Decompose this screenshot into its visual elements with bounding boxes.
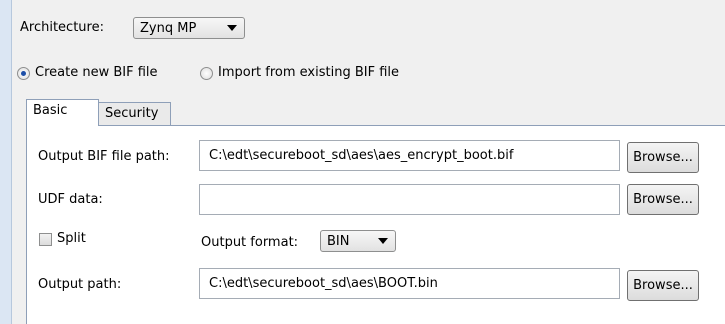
- output-bif-browse-button[interactable]: Browse...: [627, 142, 699, 173]
- output-path-input[interactable]: C:\edt\secureboot_sd\aes\BOOT.bin: [199, 268, 620, 299]
- output-path-browse-button[interactable]: Browse...: [627, 270, 699, 301]
- udf-data-input[interactable]: [199, 184, 620, 215]
- split-label[interactable]: Split: [57, 230, 86, 248]
- output-bif-path-label: Output BIF file path:: [38, 149, 170, 164]
- create-new-bif-radio[interactable]: [17, 67, 30, 80]
- output-format-value: BIN: [327, 233, 350, 249]
- architecture-label: Architecture:: [20, 20, 104, 35]
- tab-security-label: Security: [105, 106, 159, 121]
- tab-security[interactable]: Security: [98, 102, 171, 125]
- tab-basic-label: Basic: [33, 103, 68, 118]
- udf-data-label: UDF data:: [38, 192, 103, 207]
- left-window-edge: [0, 0, 12, 324]
- output-path-label: Output path:: [38, 277, 122, 292]
- output-format-dropdown[interactable]: BIN: [320, 230, 396, 252]
- create-new-bif-label[interactable]: Create new BIF file: [35, 64, 158, 82]
- architecture-dropdown[interactable]: Zynq MP: [133, 17, 245, 39]
- import-existing-bif-label[interactable]: Import from existing BIF file: [218, 64, 399, 82]
- output-bif-path-input[interactable]: C:\edt\secureboot_sd\aes\aes_encrypt_boo…: [199, 140, 620, 171]
- import-existing-bif-radio[interactable]: [200, 67, 213, 80]
- architecture-value: Zynq MP: [140, 20, 197, 36]
- output-format-label: Output format:: [201, 235, 299, 250]
- chevron-down-icon: [378, 238, 388, 244]
- udf-data-browse-button[interactable]: Browse...: [627, 184, 699, 215]
- chevron-down-icon: [227, 25, 237, 31]
- split-checkbox[interactable]: [39, 233, 52, 246]
- tab-basic[interactable]: Basic: [26, 99, 99, 126]
